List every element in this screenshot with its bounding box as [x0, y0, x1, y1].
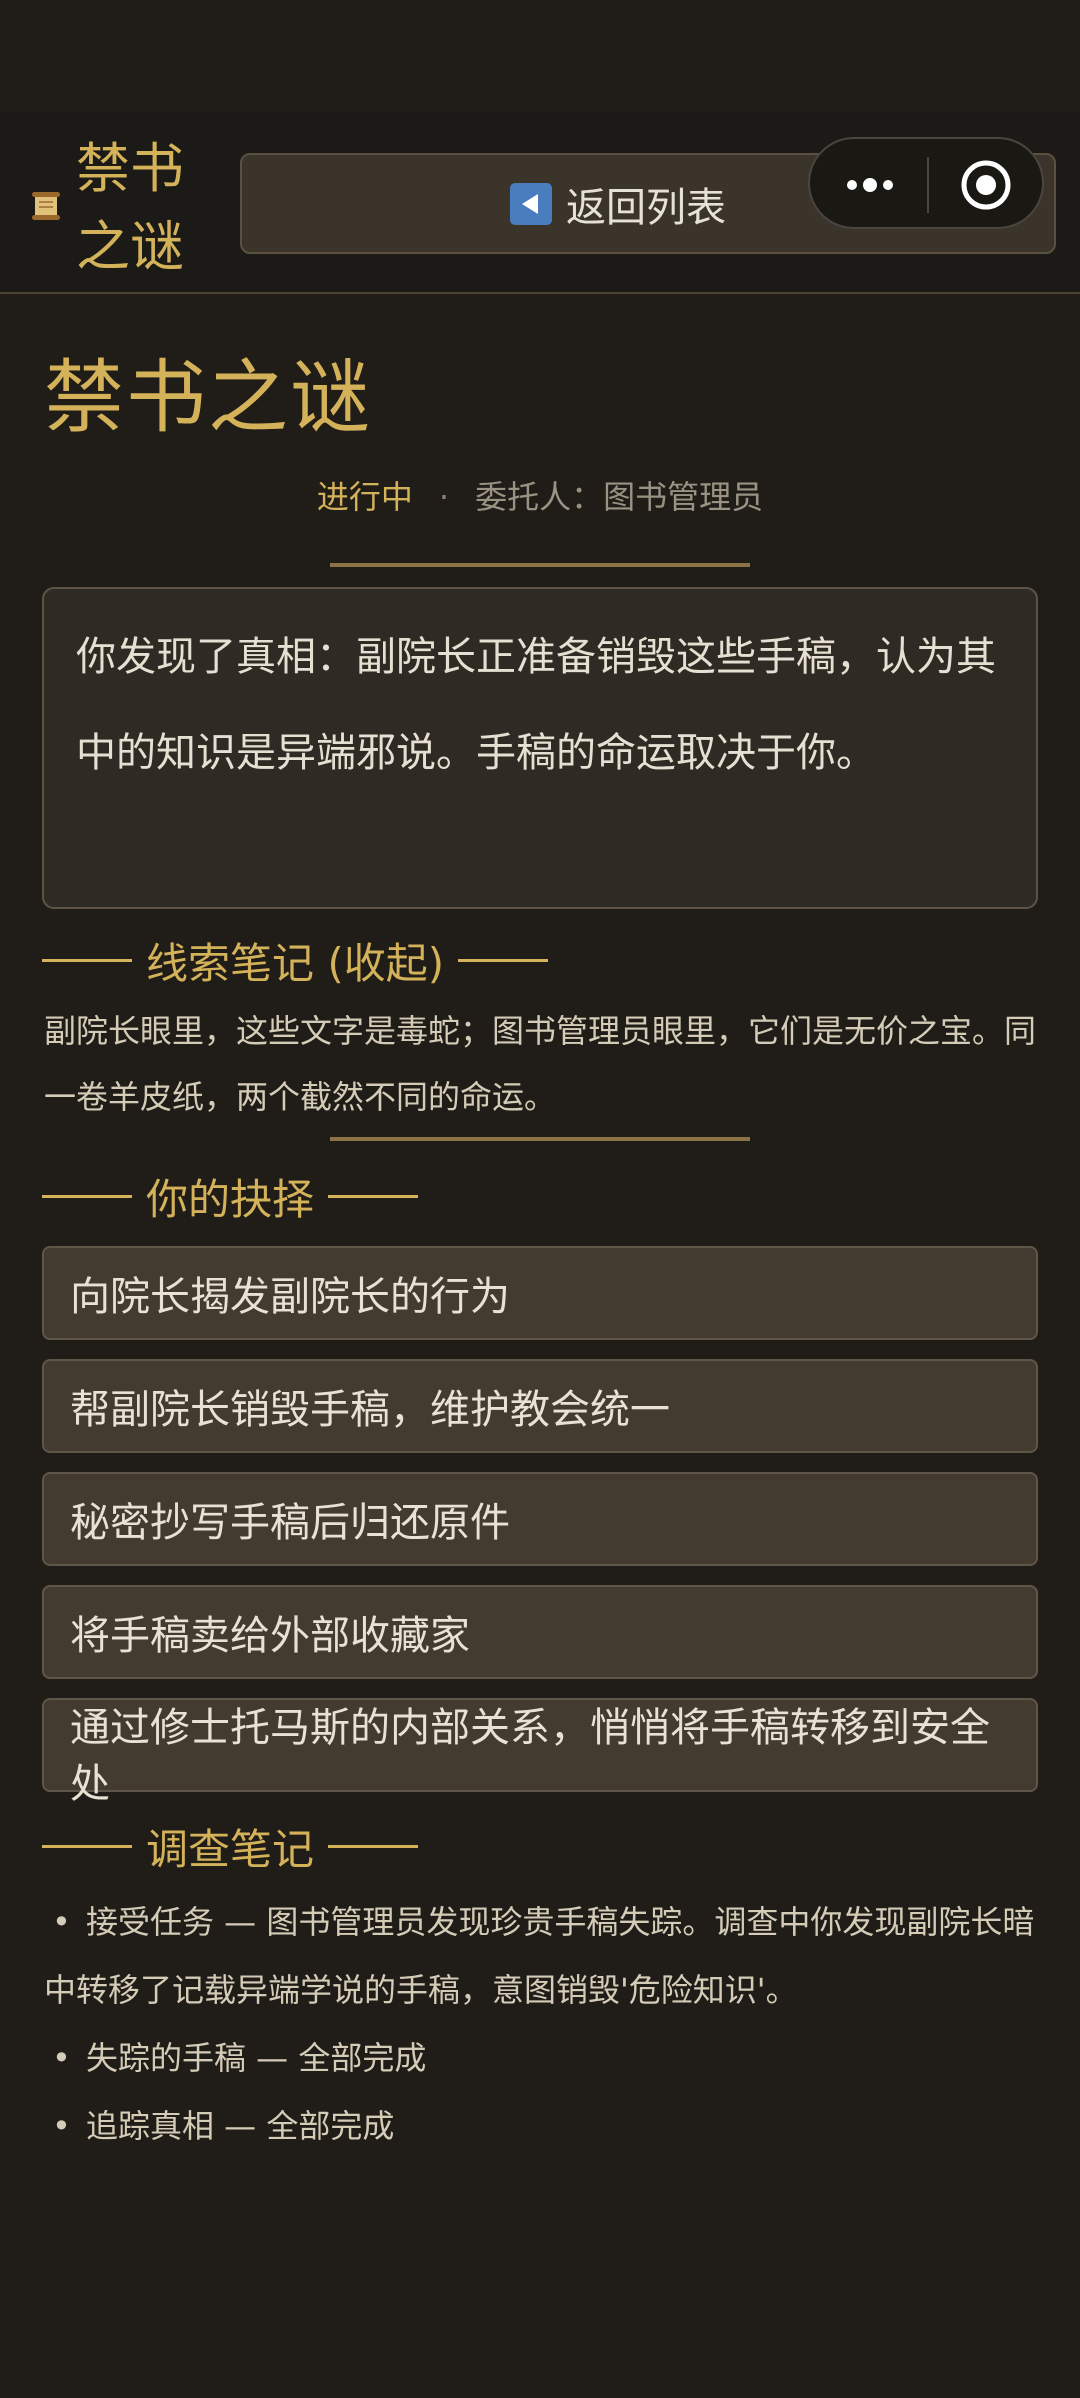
investigation-item-text: 失踪的手稿 — 全部完成	[86, 2039, 427, 2077]
list-item: • 失踪的手稿 — 全部完成	[44, 2024, 1044, 2092]
back-label: 返回列表	[566, 184, 726, 231]
bullet: •	[52, 2107, 71, 2145]
list-item: • 追踪真相 — 全部完成	[44, 2092, 1044, 2160]
clue-text: 副院长眼里，这些文字是毒蛇；图书管理员眼里，它们是无价之宝。同一卷羊皮纸，两个截…	[44, 1012, 1037, 1116]
status-badge: 进行中	[316, 478, 413, 516]
bullet: •	[52, 2039, 71, 2077]
heading-rule	[42, 1845, 132, 1848]
divider	[330, 1137, 750, 1141]
investigation-item-text: 接受任务 — 图书管理员发现珍贵手稿失踪。调查中你发现副院长暗中转移了记载异端学…	[44, 1903, 1035, 2009]
heading-rule	[42, 959, 132, 962]
client-label: 委托人：图书管理员	[475, 478, 764, 516]
choice-button[interactable]: 将手稿卖给外部收藏家	[42, 1585, 1038, 1679]
heading-rule	[328, 1845, 419, 1848]
heading-rule	[458, 959, 549, 962]
divider	[330, 563, 750, 567]
capsule-divider	[927, 157, 929, 213]
investigation-item-text: 追踪真相 — 全部完成	[86, 2107, 395, 2145]
back-arrow-icon	[510, 182, 552, 225]
status-bar	[0, 0, 1080, 112]
choice-button[interactable]: 通过修士托马斯的内部关系，悄悄将手稿转移到安全处	[42, 1698, 1038, 1807]
meta-separator: ·	[438, 478, 450, 516]
heading-rule	[328, 1195, 419, 1198]
choices-heading-row: 你的抉择	[42, 1166, 419, 1227]
more-dots-icon[interactable]	[840, 165, 900, 205]
choice-button[interactable]: 帮副院长销毁手稿，维护教会统一	[42, 1359, 1038, 1453]
mini-program-capsule	[808, 137, 1044, 229]
investigation-heading: 调查笔记	[146, 1825, 315, 1874]
investigation-heading-row: 调查笔记	[42, 1816, 419, 1877]
clue-heading: 线索笔记 (收起)	[146, 939, 445, 988]
choices-heading: 你的抉择	[146, 1175, 315, 1224]
quest-meta: 进行中 · 委托人：图书管理员	[0, 472, 1080, 518]
scroll-icon	[32, 192, 60, 220]
close-target-icon[interactable]	[960, 159, 1012, 211]
choice-button[interactable]: 向院长揭发副院长的行为	[42, 1246, 1038, 1340]
choice-button[interactable]: 秘密抄写手稿后归还原件	[42, 1472, 1038, 1566]
page-title: 禁书之谜	[44, 351, 372, 444]
story-card: 你发现了真相：副院长正准备销毁这些手稿，认为其中的知识是异端邪说。手稿的命运取决…	[42, 587, 1038, 909]
bullet: •	[52, 1903, 71, 1941]
investigation-list: • 接受任务 — 图书管理员发现珍贵手稿失踪。调查中你发现副院长暗中转移了记载异端…	[44, 1888, 1044, 2160]
list-item: • 接受任务 — 图书管理员发现珍贵手稿失踪。调查中你发现副院长暗中转移了记载异端…	[44, 1888, 1044, 2024]
nav-title: 禁书之谜	[76, 137, 184, 278]
clue-section-toggle[interactable]: 线索笔记 (收起)	[42, 930, 549, 991]
heading-rule	[42, 1195, 132, 1198]
